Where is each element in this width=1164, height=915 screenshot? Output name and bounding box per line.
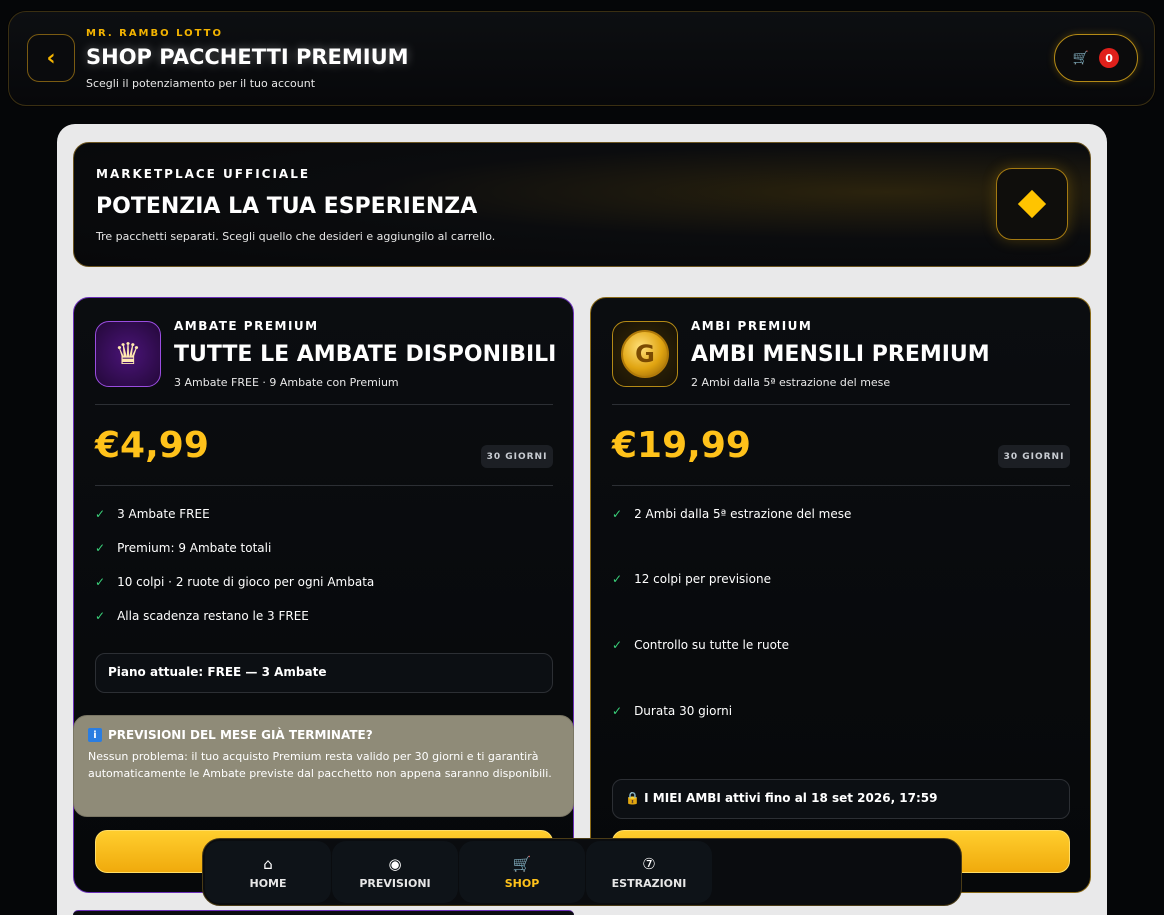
hero-banner: MARKETPLACE UFFICIALE POTENZIA LA TUA ES… — [73, 142, 1091, 267]
feature-text: Controllo su tutte le ruote — [634, 638, 790, 652]
crown-icon: ♛ — [114, 336, 142, 372]
check-icon: ✓ — [612, 572, 623, 586]
card-kicker: AMBATE PREMIUM — [174, 319, 319, 333]
hero-badge — [996, 168, 1068, 240]
active-ambi-status: 🔒 I MIEI AMBI attivi fino al 18 set 2026… — [612, 779, 1070, 819]
top-header: ‹ MR. RAMBO LOTTO SHOP PACCHETTI PREMIUM… — [8, 11, 1155, 106]
feature-item: ✓ Alla scadenza restano le 3 FREE — [95, 609, 309, 623]
check-icon: ✓ — [95, 575, 106, 589]
card-icon-box: ♛ — [95, 321, 161, 387]
check-icon: ✓ — [612, 507, 623, 521]
divider — [95, 485, 553, 486]
feature-item: ✓ Premium: 9 Ambate totali — [95, 541, 271, 555]
feature-text: 3 Ambate FREE — [117, 507, 210, 521]
card-icon-box: G — [612, 321, 678, 387]
bottom-nav: ⌂ HOME ◉ PREVISIONI 🛒 SHOP ⑦ ESTRAZIONI — [202, 838, 962, 906]
feature-text: 2 Ambi dalla 5ª estrazione del mese — [634, 507, 852, 521]
info-notice: i PREVISIONI DEL MESE GIÀ TERMINATE? Nes… — [73, 715, 574, 817]
info-icon: i — [88, 728, 102, 742]
ambi-premium-card: G AMBI PREMIUM AMBI MENSILI PREMIUM 2 Am… — [590, 297, 1091, 893]
feature-text: Alla scadenza restano le 3 FREE — [117, 609, 309, 623]
duration-badge: 30 GIORNI — [481, 445, 553, 468]
hero-kicker: MARKETPLACE UFFICIALE — [96, 167, 311, 181]
price: €4,99 — [95, 425, 209, 466]
cart-icon: 🛒 — [512, 854, 532, 873]
nav-item-estrazioni[interactable]: ⑦ ESTRAZIONI — [586, 841, 712, 903]
feature-text: Durata 30 giorni — [634, 704, 733, 718]
active-ambi-text: I MIEI AMBI attivi fino al 18 set 2026, … — [644, 791, 938, 805]
feature-item: ✓ 10 colpi · 2 ruote di gioco per ogni Am… — [95, 575, 374, 589]
duration-badge: 30 GIORNI — [998, 445, 1070, 468]
coin-icon: G — [621, 330, 669, 378]
price: €19,99 — [612, 425, 751, 466]
nav-label: HOME — [249, 876, 287, 890]
hero-subtitle: Tre pacchetti separati. Scegli quello ch… — [96, 230, 496, 243]
check-icon: ✓ — [95, 541, 106, 555]
nav-item-previsioni[interactable]: ◉ PREVISIONI — [332, 841, 458, 903]
page-subtitle: Scegli il potenziamento per il tuo accou… — [86, 77, 316, 90]
nav-label: PREVISIONI — [359, 876, 431, 890]
check-icon: ✓ — [95, 609, 106, 623]
number-ball-icon: ⑦ — [642, 854, 656, 873]
feature-item: ✓ Durata 30 giorni — [612, 704, 732, 718]
nav-item-shop[interactable]: 🛒 SHOP — [459, 841, 585, 903]
eye-icon: ◉ — [388, 854, 402, 873]
feature-item: ✓ 3 Ambate FREE — [95, 507, 210, 521]
cart-count-badge: 0 — [1099, 48, 1120, 68]
card-subtitle: 2 Ambi dalla 5ª estrazione del mese — [691, 376, 891, 389]
notice-title: i PREVISIONI DEL MESE GIÀ TERMINATE? — [88, 728, 559, 742]
nav-label: SHOP — [504, 876, 540, 890]
feature-text: 12 colpi per previsione — [634, 572, 771, 586]
chevron-left-icon: ‹ — [46, 45, 56, 71]
nav-item-home[interactable]: ⌂ HOME — [205, 841, 331, 903]
back-button[interactable]: ‹ — [27, 34, 75, 82]
check-icon: ✓ — [95, 507, 106, 521]
divider — [95, 404, 553, 405]
hero-title: POTENZIA LA TUA ESPERIENZA — [96, 194, 478, 219]
feature-text: Premium: 9 Ambate totali — [117, 541, 272, 555]
home-icon: ⌂ — [263, 854, 273, 873]
feature-text: 10 colpi · 2 ruote di gioco per ogni Amb… — [117, 575, 375, 589]
divider — [612, 404, 1070, 405]
brand-name: MR. RAMBO LOTTO — [86, 28, 224, 39]
feature-item: ✓ Controllo su tutte le ruote — [612, 638, 789, 652]
feature-item: ✓ 2 Ambi dalla 5ª estrazione del mese — [612, 507, 851, 521]
card-subtitle: 3 Ambate FREE · 9 Ambate con Premium — [174, 376, 399, 389]
card-kicker: AMBI PREMIUM — [691, 319, 813, 333]
next-card-edge — [73, 910, 574, 915]
cart-button[interactable]: 🛒 0 — [1054, 34, 1138, 82]
card-title: AMBI MENSILI PREMIUM — [691, 342, 990, 367]
check-icon: ✓ — [612, 704, 623, 718]
lock-icon: 🔒 — [625, 791, 640, 805]
nav-label: ESTRAZIONI — [611, 876, 687, 890]
card-title: TUTTE LE AMBATE DISPONIBILI — [174, 342, 557, 367]
current-plan-status: Piano attuale: FREE — 3 Ambate — [95, 653, 553, 693]
notice-title-text: PREVISIONI DEL MESE GIÀ TERMINATE? — [108, 728, 373, 742]
page-title: SHOP PACCHETTI PREMIUM — [86, 45, 409, 69]
divider — [612, 485, 1070, 486]
notice-text: Nessun problema: il tuo acquisto Premium… — [88, 750, 552, 780]
cart-icon: 🛒 — [1072, 50, 1090, 66]
check-icon: ✓ — [612, 638, 623, 652]
feature-item: ✓ 12 colpi per previsione — [612, 572, 771, 586]
diamond-icon — [1017, 189, 1047, 219]
